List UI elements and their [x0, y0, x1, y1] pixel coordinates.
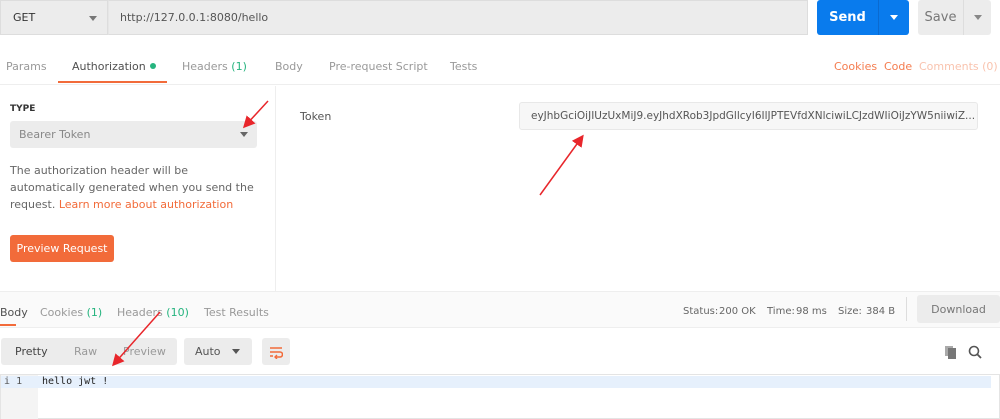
token-input[interactable]: eyJhbGciOiJIUzUxMiJ9.eyJhdXRob3JpdGllcyI…	[519, 102, 978, 130]
response-tab-cookies[interactable]: Cookies (1)	[40, 306, 102, 319]
preview-request-button[interactable]: Preview Request	[10, 235, 114, 262]
headers-count: (10)	[166, 306, 189, 319]
view-pretty[interactable]: Pretty	[15, 345, 48, 358]
view-preview[interactable]: Preview	[123, 345, 166, 358]
learn-more-link[interactable]: Learn more about authorization	[59, 198, 233, 211]
tab-pre-request-script[interactable]: Pre-request Script	[329, 60, 428, 73]
line-number-value: 1	[16, 376, 23, 387]
active-dot-icon	[149, 63, 156, 69]
tab-authorization-label: Authorization	[72, 60, 146, 73]
response-tab-test-results[interactable]: Test Results	[204, 306, 269, 319]
status-label: Status:	[683, 306, 719, 317]
active-response-tab-indicator	[0, 324, 16, 326]
format-select[interactable]: Auto	[184, 338, 252, 365]
time-label: Time:	[767, 306, 795, 317]
tab-headers[interactable]: Headers (1)	[182, 60, 247, 73]
tab-tests[interactable]: Tests	[450, 60, 477, 73]
view-mode-group: Pretty Raw Preview	[1, 338, 177, 365]
chevron-down-icon	[232, 349, 240, 354]
view-raw[interactable]: Raw	[74, 345, 97, 358]
size-value: 384 B	[866, 306, 896, 317]
chevron-down-icon	[240, 132, 248, 137]
response-tab-headers[interactable]: Headers (10)	[117, 306, 189, 319]
headers-count: (1)	[231, 60, 247, 73]
auth-description: The authorization header will be automat…	[10, 162, 260, 213]
send-options-chevron-icon[interactable]	[890, 15, 898, 20]
tab-authorization[interactable]: Authorization	[72, 60, 156, 73]
save-label[interactable]: Save	[918, 0, 964, 35]
method-value: GET	[13, 11, 36, 24]
cookies-link[interactable]: Cookies	[834, 60, 877, 73]
auth-type-select[interactable]: Bearer Token	[10, 121, 257, 148]
tab-headers-label: Headers	[182, 60, 228, 73]
status-value: 200 OK	[719, 306, 756, 317]
copy-icon[interactable]	[944, 345, 958, 359]
line-number: i 1	[4, 376, 22, 387]
token-label: Token	[300, 110, 332, 123]
method-select[interactable]: GET	[0, 0, 108, 35]
auth-type-value: Bearer Token	[19, 128, 91, 141]
comments-link[interactable]: Comments (0)	[919, 60, 998, 73]
wrap-lines-button[interactable]	[262, 338, 290, 365]
size-label: Size:	[838, 306, 862, 317]
active-line-highlight	[1, 376, 991, 388]
search-icon[interactable]	[968, 345, 982, 359]
url-input[interactable]: http://127.0.0.1:8080/hello	[108, 0, 808, 35]
divider	[906, 297, 907, 321]
code-link[interactable]: Code	[884, 60, 912, 73]
tab-params[interactable]: Params	[6, 60, 47, 73]
active-tab-indicator	[58, 81, 167, 83]
wrap-icon	[270, 346, 283, 359]
format-value: Auto	[195, 345, 221, 358]
tab-body[interactable]: Body	[275, 60, 303, 73]
cookies-label: Cookies	[40, 306, 84, 319]
info-marker-icon: i	[4, 376, 11, 387]
response-bar: Body Cookies (1) Headers (10) Test Resul…	[0, 291, 1000, 328]
save-button[interactable]: Save	[918, 0, 991, 35]
save-options-chevron-icon[interactable]	[974, 15, 982, 20]
response-tab-body[interactable]: Body	[0, 306, 28, 319]
annotation-arrow-token	[539, 134, 584, 196]
download-button[interactable]: Download	[917, 295, 1000, 323]
send-label[interactable]: Send	[817, 0, 879, 35]
chevron-down-icon	[89, 16, 97, 21]
cookies-count: (1)	[86, 306, 103, 319]
headers-label: Headers	[117, 306, 163, 319]
type-label: TYPE	[10, 104, 36, 114]
send-button[interactable]: Send	[817, 0, 909, 35]
time-value: 98 ms	[796, 306, 827, 317]
request-tabs: Params Authorization Headers (1) Body Pr…	[0, 45, 1000, 85]
response-body-text: hello jwt !	[42, 376, 109, 387]
